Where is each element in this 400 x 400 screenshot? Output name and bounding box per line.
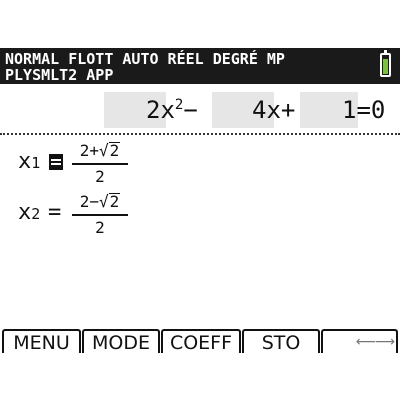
equals-sign: = [48, 200, 62, 225]
term-a: 2x2− [146, 96, 198, 124]
battery-level-fill [383, 59, 388, 74]
dotted-separator [0, 133, 400, 135]
solution-fraction: 2−√2 2 [68, 191, 132, 238]
fraction-denominator: 2 [95, 167, 105, 186]
navigation-softkey[interactable]: ⟵⟶ [321, 329, 398, 353]
solution-variable: x2 [18, 200, 41, 225]
term-c: 1=0 [342, 96, 386, 124]
fraction-numerator: 2−√2 [79, 192, 121, 211]
softkey-menu-bar: MENU MODE COEFF STO ⟵⟶ [2, 329, 398, 353]
term-b: 4x+ [252, 96, 296, 124]
coeff-button[interactable]: COEFF [161, 329, 241, 353]
cursor-equals-icon [49, 154, 63, 170]
left-right-arrows-icon: ⟵⟶ [355, 334, 395, 350]
sto-button[interactable]: STO [242, 329, 320, 353]
solution-fraction: 2+√2 2 [68, 140, 132, 187]
sqrt-icon: √ [98, 192, 109, 211]
fraction-bar [72, 163, 128, 165]
battery-icon [380, 50, 391, 77]
menu-button[interactable]: MENU [2, 329, 81, 353]
fraction-denominator: 2 [95, 218, 105, 237]
sqrt-icon: √ [98, 141, 109, 160]
fraction-numerator: 2+√2 [79, 141, 121, 160]
app-name-line: PLYSMLT2 APP [5, 66, 114, 84]
mode-button[interactable]: MODE [82, 329, 160, 353]
polynomial-equation-row: 2x2− 4x+ 1=0 [0, 92, 400, 128]
fraction-bar [72, 214, 128, 216]
solution-variable: x1 [18, 149, 41, 174]
status-bar: NORMAL FLOTT AUTO RÉEL DEGRÉ MP PLYSMLT2… [0, 48, 400, 84]
